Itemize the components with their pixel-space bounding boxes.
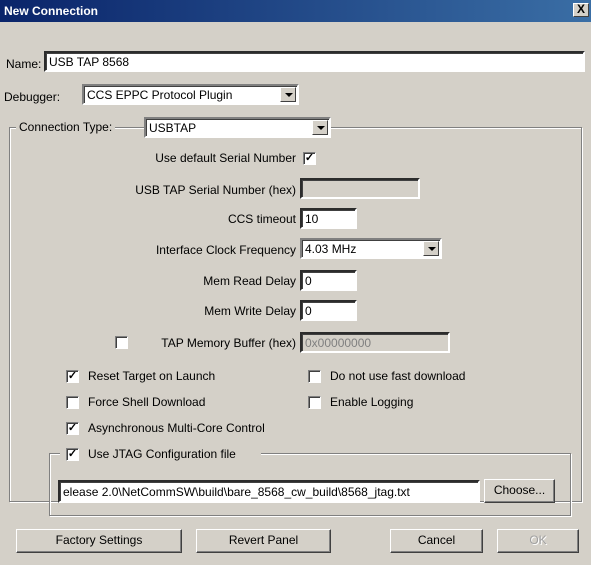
debugger-label: Debugger: [4,90,61,104]
cancel-button[interactable]: Cancel [390,529,483,553]
no-fast-download-label: Do not use fast download [330,369,466,383]
async-multicore-checkbox[interactable]: ✓ [66,422,79,435]
force-shell-download-checkbox[interactable] [66,396,79,409]
connection-type-value: USBTAP [149,121,197,135]
clock-frequency-label: Interface Clock Frequency [155,243,296,257]
enable-logging-label: Enable Logging [330,395,414,409]
use-default-serial-label: Use default Serial Number [155,151,296,165]
name-input[interactable]: USB TAP 8568 [44,51,585,72]
ccs-timeout-input[interactable]: 10 [300,208,357,229]
ok-button[interactable]: OK [497,529,579,553]
chevron-down-icon[interactable] [423,241,439,256]
jtag-label: Use JTAG Configuration file [88,447,236,461]
chevron-down-icon[interactable] [280,87,296,102]
reset-target-checkbox[interactable]: ✓ [66,370,79,383]
tap-memory-buffer-checkbox[interactable] [115,336,128,349]
debugger-value: CCS EPPC Protocol Plugin [87,88,233,102]
jtag-checkbox[interactable]: ✓ [66,448,79,461]
chevron-down-icon[interactable] [312,120,328,135]
mem-read-delay-label: Mem Read Delay [203,274,296,288]
connection-type-select[interactable]: USBTAP [144,117,331,138]
check-icon: ✓ [67,422,78,434]
debugger-select[interactable]: CCS EPPC Protocol Plugin [82,84,299,105]
revert-panel-button[interactable]: Revert Panel [196,529,331,553]
new-connection-dialog: New Connection X Name: USB TAP 8568 Debu… [0,0,591,565]
reset-target-label: Reset Target on Launch [88,369,216,383]
connection-type-label: Connection Type: [16,120,116,136]
clock-frequency-select[interactable]: 4.03 MHz [300,238,442,259]
check-icon: ✓ [67,448,78,460]
factory-settings-button[interactable]: Factory Settings [16,529,182,553]
use-default-serial-checkbox[interactable]: ✓ [303,152,316,165]
title-bar[interactable]: New Connection X [0,0,591,22]
close-icon: X [576,2,585,16]
window-title: New Connection [4,4,99,18]
choose-button[interactable]: Choose... [484,479,555,503]
async-multicore-label: Asynchronous Multi-Core Control [88,421,265,435]
mem-read-delay-input[interactable]: 0 [300,270,357,291]
jtag-path-input[interactable]: elease 2.0\NetCommSW\build\bare_8568_cw_… [58,480,480,503]
mem-write-delay-input[interactable]: 0 [300,300,357,321]
ccs-timeout-label: CCS timeout [227,212,296,226]
serial-number-input[interactable] [300,178,420,199]
tap-memory-buffer-label: TAP Memory Buffer (hex) [161,336,296,350]
check-icon: ✓ [67,370,78,382]
name-label: Name: [6,57,42,71]
serial-number-label: USB TAP Serial Number (hex) [135,183,296,197]
check-icon: ✓ [304,152,315,164]
enable-logging-checkbox[interactable] [308,396,321,409]
force-shell-download-label: Force Shell Download [88,395,206,409]
no-fast-download-checkbox[interactable] [308,370,321,383]
close-button[interactable]: X [573,3,589,17]
tap-memory-buffer-input[interactable]: 0x00000000 [300,332,450,353]
mem-write-delay-label: Mem Write Delay [204,304,296,318]
clock-frequency-value: 4.03 MHz [305,242,357,256]
